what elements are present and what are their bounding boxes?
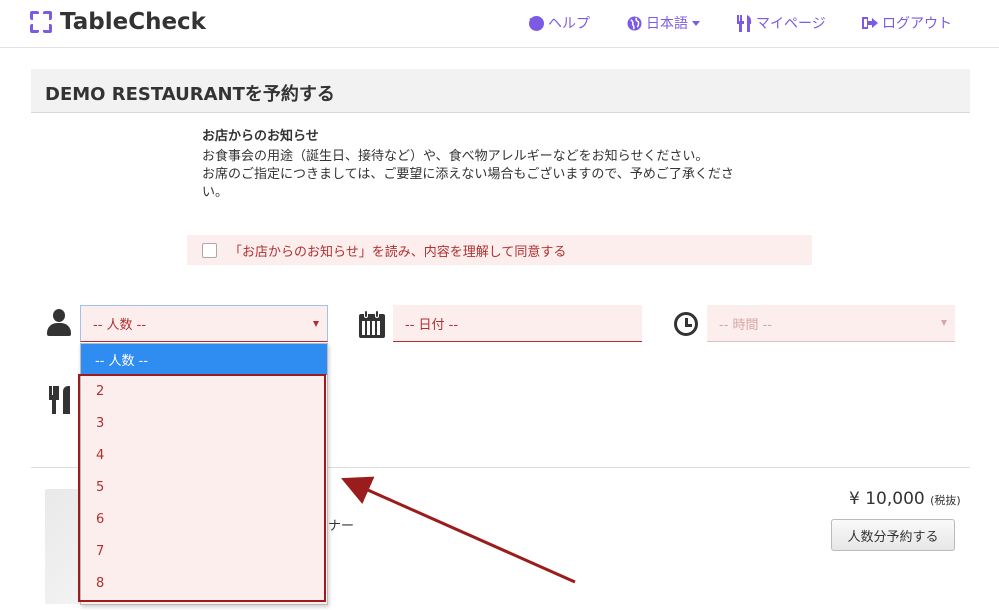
globe-icon	[627, 15, 642, 31]
utensils-icon	[737, 14, 752, 32]
nav-help-link[interactable]: ? ヘルプ	[529, 13, 590, 33]
logo-icon	[30, 11, 52, 33]
page-header-panel: DEMO RESTAURANTを予約する	[31, 69, 970, 113]
price-value: ¥ 10,000	[849, 489, 925, 509]
utensils-icon	[49, 386, 71, 414]
dropdown-option[interactable]: 5	[81, 471, 327, 503]
dropdown-option[interactable]: 7	[81, 535, 327, 567]
sign-out-icon	[862, 17, 878, 29]
page-title: DEMO RESTAURANTを予約する	[45, 84, 335, 105]
language-label: 日本語	[646, 16, 688, 32]
nav-logout-label: ログアウト	[882, 16, 952, 32]
dropdown-option[interactable]: 2	[81, 375, 327, 407]
select-arrow-icon	[941, 320, 947, 326]
notice-body: お食事会の用途（誕生日、接待など）や、食べ物アレルギーなどをお知らせください。 …	[202, 149, 734, 200]
nav-mypage-link[interactable]: マイページ	[737, 13, 826, 33]
clock-icon	[674, 312, 698, 336]
top-navbar: TableCheck ? ヘルプ 日本語 マイページ ログアウト	[0, 0, 999, 48]
dropdown-option[interactable]: 6	[81, 503, 327, 535]
caret-down-icon	[692, 20, 700, 26]
notice-title: お店からのお知らせ	[202, 129, 319, 144]
agree-checkbox-row[interactable]: 「お店からのお知らせ」を読み、内容を理解して同意する	[187, 235, 812, 265]
course-name[interactable]: ナー	[328, 515, 354, 534]
agree-checkbox[interactable]	[202, 242, 217, 258]
time-select[interactable]: -- 時間 --	[707, 305, 955, 342]
nav-logout-link[interactable]: ログアウト	[862, 13, 952, 33]
agree-label[interactable]: 「お店からのお知らせ」を読み、内容を理解して同意する	[229, 241, 566, 260]
date-value: -- 日付 --	[405, 317, 459, 333]
course-price: ¥ 10,000 (税抜)	[849, 489, 961, 509]
date-input[interactable]: -- 日付 --	[393, 305, 642, 342]
select-arrow-icon	[313, 321, 319, 327]
nav-mypage-label: マイページ	[756, 16, 826, 32]
party-size-dropdown[interactable]: -- 人数 -- 2 3 4 5 6 7 8	[80, 343, 328, 605]
language-dropdown[interactable]: 日本語	[627, 13, 700, 33]
question-circle-icon: ?	[529, 15, 544, 31]
party-size-select[interactable]: -- 人数 --	[80, 305, 328, 342]
book-for-party-button[interactable]: 人数分予約する	[831, 519, 955, 551]
dropdown-option[interactable]: 3	[81, 407, 327, 439]
nav-help-label: ヘルプ	[548, 16, 590, 32]
dropdown-option[interactable]: 8	[81, 567, 327, 599]
tax-note: (税抜)	[930, 494, 961, 507]
calendar-icon	[359, 310, 385, 338]
dropdown-option-selected[interactable]: -- 人数 --	[81, 344, 327, 375]
restaurant-notice: お店からのお知らせ お食事会の用途（誕生日、接待など）や、食べ物アレルギーなどを…	[202, 128, 792, 202]
dropdown-option[interactable]: 4	[81, 439, 327, 471]
user-icon	[46, 309, 72, 337]
logo-text: TableCheck	[60, 9, 206, 35]
tablecheck-logo[interactable]: TableCheck	[30, 9, 206, 35]
party-size-value: -- 人数 --	[93, 318, 147, 333]
time-value: -- 時間 --	[719, 317, 773, 333]
